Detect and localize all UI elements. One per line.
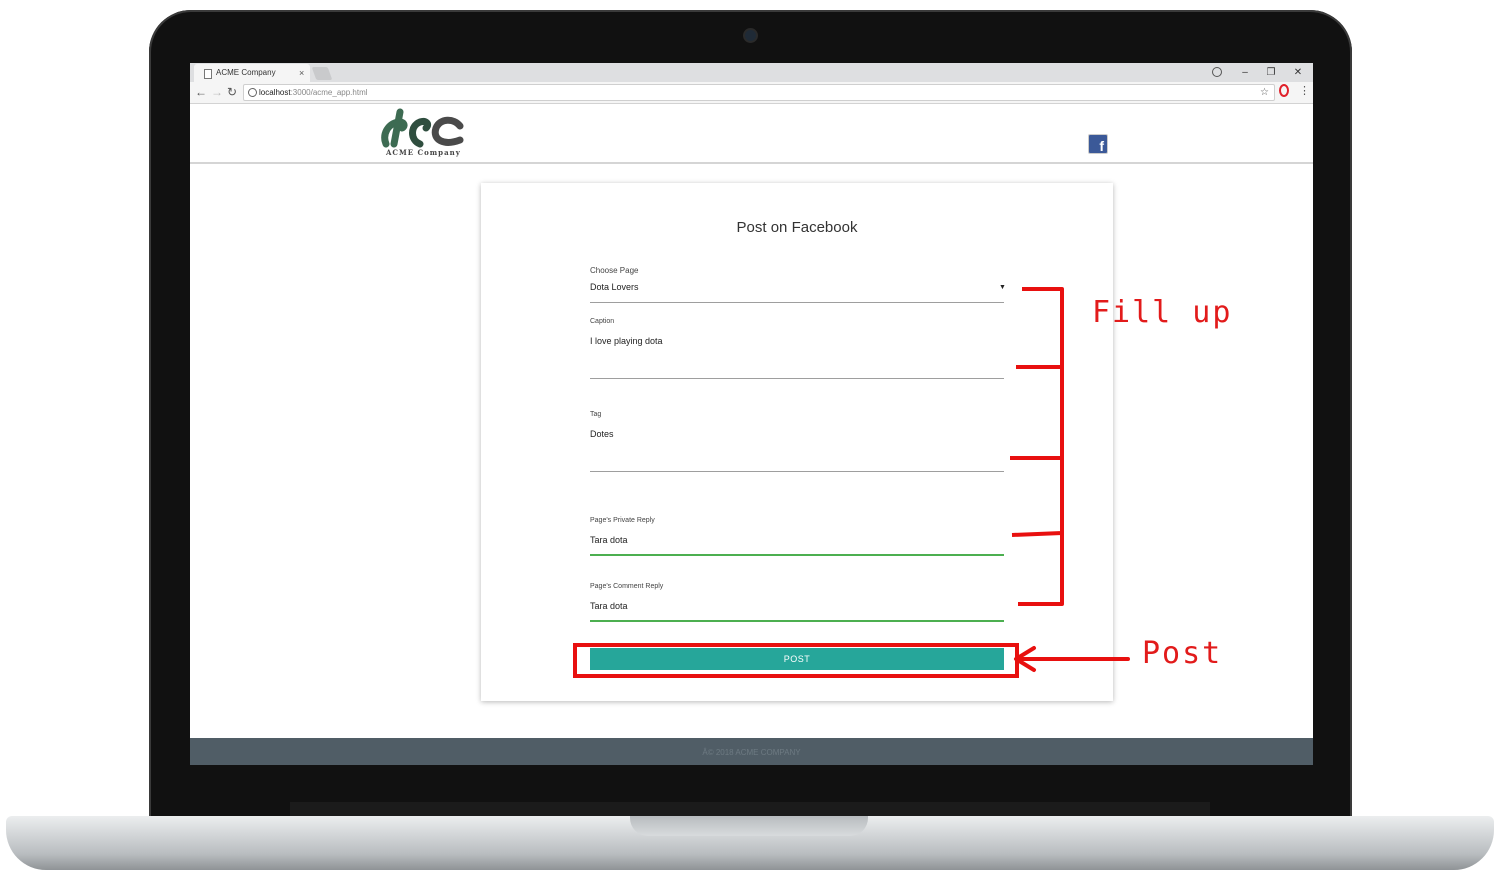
post-highlight-box bbox=[573, 643, 1019, 678]
annotation-overlay bbox=[1010, 287, 1130, 672]
post-annotation: Post bbox=[1142, 636, 1223, 671]
fill-up-bracket bbox=[1010, 287, 1064, 606]
post-arrow-icon bbox=[1014, 646, 1130, 672]
fill-up-annotation: Fill up bbox=[1092, 295, 1233, 330]
